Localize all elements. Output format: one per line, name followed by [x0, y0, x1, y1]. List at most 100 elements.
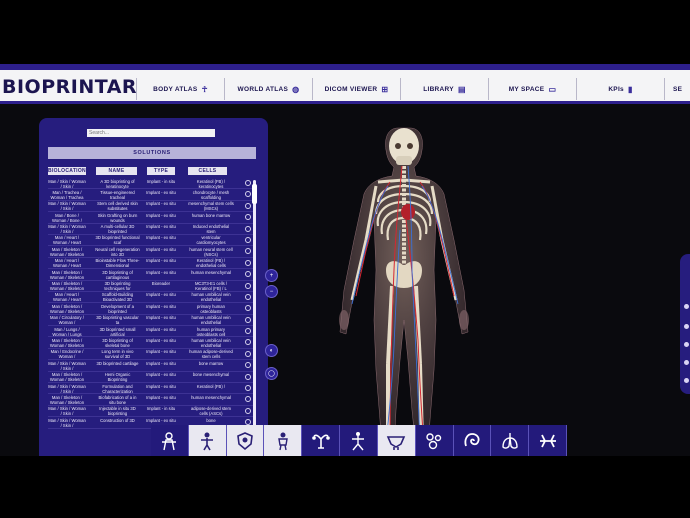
type-cell: Implant - ex situ: [146, 258, 176, 264]
table-row[interactable]: Man / Bone / Woman / Bone / Skin Grafting…: [48, 212, 256, 224]
row-select-radio[interactable]: [245, 293, 251, 300]
nav-my-space[interactable]: MY SPACE ▭: [488, 78, 576, 100]
nav-kpis[interactable]: KPIs ▮: [576, 78, 664, 100]
table-row[interactable]: Man / Skeleton / Woman / Skeleton Biofabr…: [48, 394, 256, 406]
table-row[interactable]: Man / Endocrine / Woman / Long term in vi…: [48, 349, 256, 361]
nav-library-label: LIBRARY: [423, 85, 454, 93]
table-row[interactable]: Man / Skeleton / Woman / Skeleton Hemi Or…: [48, 372, 256, 384]
type-cell: Implant - ex situ: [146, 303, 176, 309]
row-select-radio[interactable]: [245, 362, 251, 369]
nav-dicom-viewer-label: DICOM VIEWER: [324, 85, 378, 93]
right-panel-dot[interactable]: [684, 360, 689, 365]
anatomy-3d-model[interactable]: [330, 120, 480, 456]
right-panel-dot[interactable]: [684, 324, 689, 329]
nav-library[interactable]: LIBRARY ▤: [400, 78, 488, 100]
row-select-radio[interactable]: [245, 373, 251, 380]
row-select-radio[interactable]: [245, 191, 251, 198]
biolocation-cell: Man / Skin / Woman / Skin /: [48, 360, 86, 371]
table-row[interactable]: Man / Skin / Woman / Skin / 3D bioprinted…: [48, 360, 256, 372]
cells-cell: ventricular cardiomyocytes: [196, 235, 226, 246]
nav-body-atlas[interactable]: BODY ATLAS ☥: [136, 78, 224, 100]
row-select-radio[interactable]: [245, 202, 251, 209]
table-row[interactable]: Man / Skin / Woman / Skin / Stem cell der…: [48, 201, 256, 213]
minus-icon[interactable]: −: [265, 285, 278, 298]
body-icon: [201, 432, 214, 450]
name-cell: A 3D bioprinting of keratinocyte: [100, 178, 135, 189]
library-icon: ▤: [457, 84, 466, 94]
row-select-radio[interactable]: [245, 282, 251, 289]
table-row[interactable]: Man / Lungs / Woman / Lungs 3D bioprinted…: [48, 326, 256, 338]
name-cell: Injectable in situ 3D bioprinting: [99, 406, 136, 417]
row-select-radio[interactable]: [245, 271, 251, 278]
panel-scrollbar-thumb[interactable]: [252, 184, 257, 204]
tool-skin[interactable]: [188, 425, 227, 456]
row-select-radio[interactable]: [245, 180, 251, 186]
cells-cell: Keratinol (FB) / endothelial cells: [196, 258, 226, 269]
table-row[interactable]: Man / Skeleton / Woman / Skeleton Develop…: [48, 303, 256, 315]
row-select-radio[interactable]: [245, 339, 251, 346]
tool-skeleton[interactable]: [226, 425, 265, 456]
column-header-type[interactable]: TYPE: [147, 167, 175, 175]
table-row[interactable]: Man / Heart / Woman / Heart Bioinstable F…: [48, 258, 256, 270]
row-select-radio[interactable]: [245, 236, 251, 243]
right-panel-dot[interactable]: [684, 342, 689, 347]
biolocation-cell: Man / Skin / Woman / Skin /: [48, 406, 86, 417]
column-header-biolocation[interactable]: BIOLOCATION: [48, 167, 86, 175]
table-row[interactable]: Man / Skeleton / Woman / Skeleton Neural …: [48, 246, 256, 258]
tool-muscles[interactable]: [264, 425, 303, 456]
tool-cells[interactable]: [415, 425, 454, 456]
row-select-radio[interactable]: [245, 385, 251, 392]
full-body-icon: [162, 431, 177, 450]
tool-vessels[interactable]: [529, 425, 567, 456]
column-header-cells[interactable]: CELLS: [188, 167, 227, 175]
pelvis-icon: [387, 435, 406, 450]
tool-head[interactable]: [302, 425, 341, 456]
nav-world-atlas[interactable]: WORLD ATLAS ◍: [224, 78, 312, 100]
table-row[interactable]: Man / Skin / Woman / Skin / A 3D bioprint…: [48, 178, 256, 190]
search-input[interactable]: [87, 129, 215, 137]
right-panel-dot[interactable]: [684, 304, 689, 309]
right-panel-dot[interactable]: [684, 378, 689, 383]
table-row[interactable]: Man / Skeleton / Woman / Skeleton 3D biop…: [48, 269, 256, 281]
row-select-radio[interactable]: [245, 316, 251, 323]
table-row[interactable]: Man / Heart / Woman / Heart 3D bioprinted…: [48, 235, 256, 247]
tool-lungs[interactable]: [491, 425, 530, 456]
row-select-radio[interactable]: [245, 225, 251, 232]
brand-logo[interactable]: BIOPRINTAR: [2, 76, 137, 98]
table-row[interactable]: Man / Skeleton / Woman / Skeleton 3D biop…: [48, 281, 256, 292]
row-select-radio[interactable]: [245, 350, 251, 357]
nav-settings-partial[interactable]: SE: [664, 78, 690, 100]
muscle-figure-icon: [278, 432, 288, 450]
table-row[interactable]: Man / Skin / Woman / Skin / Formulation a…: [48, 383, 256, 395]
column-header-name[interactable]: NAME: [96, 167, 137, 175]
tool-pelvis[interactable]: [377, 425, 416, 456]
row-select-radio[interactable]: [245, 328, 251, 335]
table-row[interactable]: Man / Trachea / Woman / Trachea Tissue-en…: [48, 189, 256, 201]
row-select-radio[interactable]: [245, 259, 251, 266]
plus-icon[interactable]: +: [265, 269, 278, 282]
lightbulb-icon[interactable]: ◯: [265, 367, 278, 380]
row-select-radio[interactable]: [245, 396, 251, 403]
row-select-radio[interactable]: [245, 407, 251, 414]
tool-intestine[interactable]: [453, 425, 492, 456]
heart: [401, 204, 415, 220]
panel-scrollbar[interactable]: [253, 180, 256, 436]
table-row[interactable]: Man / Skin / Woman / Skin / Injectable in…: [48, 406, 256, 418]
row-select-radio[interactable]: [245, 214, 251, 221]
tool-nervous[interactable]: [340, 425, 378, 456]
name-cell: 3D bioprinted cartilage: [96, 360, 139, 366]
row-select-radio[interactable]: [245, 305, 251, 312]
intestine-icon: [464, 432, 480, 446]
table-row[interactable]: Man / Circulatory / Woman / 3D bioprintin…: [48, 315, 256, 327]
table-row[interactable]: Man / Skeleton / Woman / Skeleton 3D biop…: [48, 337, 256, 349]
rotate-icon[interactable]: ◐: [265, 344, 278, 357]
solutions-button[interactable]: SOLUTIONS: [48, 147, 256, 159]
body-icon: ☥: [201, 84, 208, 94]
cells-cell: primary human osteoblasts: [197, 303, 225, 314]
tool-full-body[interactable]: [151, 425, 189, 456]
biolocation-cell: Man / Bone / Woman / Bone /: [52, 212, 82, 223]
row-select-radio[interactable]: [245, 248, 251, 255]
table-row[interactable]: Man / Skin / Woman / Skin / A multi-cellu…: [48, 224, 256, 235]
nav-dicom-viewer[interactable]: DICOM VIEWER ⊞: [312, 78, 400, 100]
table-row[interactable]: Man / Heart / Woman / Heart Scaffold-Buil…: [48, 292, 256, 304]
